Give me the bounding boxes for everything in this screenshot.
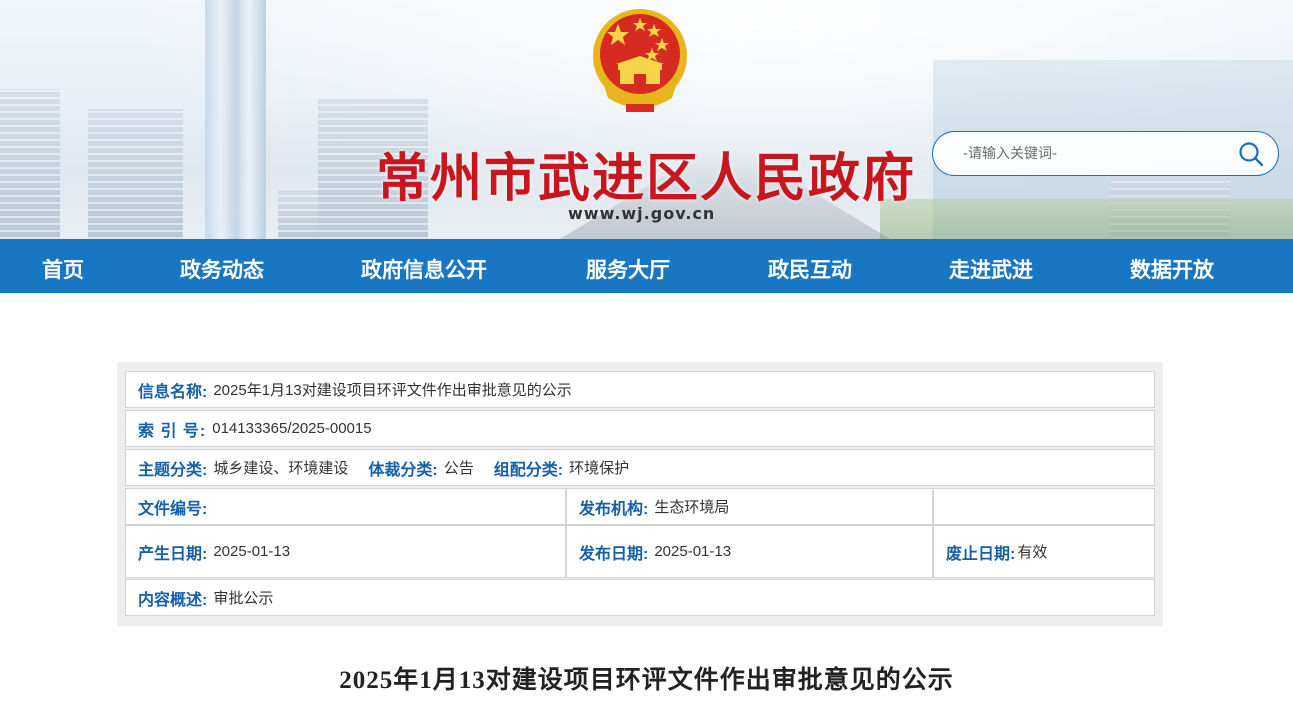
search-bar	[932, 131, 1279, 176]
info-docno-label: 文件编号:	[138, 500, 208, 518]
info-genre-label: 体裁分类:	[368, 461, 438, 479]
info-table: 信息名称: 2025年1月13对建设项目环评文件作出审批意见的公示 索 引 号:…	[117, 362, 1163, 626]
info-index-label: 索 引 号:	[138, 422, 207, 440]
nav-item-gov-info[interactable]: 政府信息公开	[361, 254, 487, 284]
info-expire-value: 有效	[1017, 544, 1048, 561]
nav-item-home[interactable]: 首页	[42, 254, 84, 284]
info-created-cell: 产生日期: 2025-01-13	[125, 525, 566, 578]
search-input[interactable]	[933, 133, 1223, 174]
info-empty-cell	[933, 488, 1155, 525]
building-left	[0, 89, 60, 239]
building-left-2	[88, 109, 183, 239]
info-row-classification: 主题分类: 城乡建设、环境建设 体裁分类: 公告 组配分类: 环境保护	[125, 449, 1155, 486]
info-expire-cell: 废止日期: 有效	[933, 525, 1155, 578]
info-topic-value: 城乡建设、环境建设	[213, 460, 349, 477]
nav-item-open-data[interactable]: 数据开放	[1130, 254, 1214, 284]
greenery	[880, 199, 1293, 239]
info-published-cell: 发布日期: 2025-01-13	[566, 525, 933, 578]
tower-right	[236, 0, 266, 239]
info-topic-label: 主题分类:	[138, 461, 208, 479]
national-emblem-icon	[593, 9, 687, 112]
info-published-label: 发布日期:	[579, 545, 649, 563]
info-summary-value: 审批公示	[213, 590, 274, 607]
info-name-label: 信息名称:	[138, 383, 208, 401]
info-genre-value: 公告	[443, 460, 474, 477]
header-banner: 常州市武进区人民政府 www.wj.gov.cn	[0, 0, 1293, 239]
info-index-value: 014133365/2025-00015	[212, 420, 372, 437]
info-expire-label: 废止日期:	[946, 545, 1016, 563]
info-publisher-label: 发布机构:	[579, 500, 649, 518]
info-org-class-value: 环境保护	[569, 460, 630, 477]
building-mid-left	[278, 189, 318, 239]
info-published-value: 2025-01-13	[654, 543, 732, 560]
info-row-index: 索 引 号: 014133365/2025-00015	[125, 410, 1155, 447]
info-name-value: 2025年1月13对建设项目环评文件作出审批意见的公示	[213, 382, 572, 399]
site-title: 常州市武进区人民政府	[376, 150, 917, 208]
info-org-class-label: 组配分类:	[493, 461, 564, 479]
nav-item-about-wujin[interactable]: 走进武进	[949, 254, 1033, 284]
tower-left	[205, 0, 240, 239]
info-row-name: 信息名称: 2025年1月13对建设项目环评文件作出审批意见的公示	[125, 371, 1155, 408]
info-created-value: 2025-01-13	[213, 543, 291, 560]
nav-item-news[interactable]: 政务动态	[180, 254, 264, 284]
info-row-summary: 内容概述: 审批公示	[125, 579, 1155, 616]
article-title: 2025年1月13对建设项目环评文件作出审批意见的公示	[339, 667, 954, 694]
nav-item-interaction[interactable]: 政民互动	[768, 254, 852, 284]
site-url: www.wj.gov.cn	[568, 204, 716, 223]
nav-item-service-hall[interactable]: 服务大厅	[586, 254, 670, 284]
search-icon[interactable]	[1238, 141, 1264, 167]
info-publisher-cell: 发布机构: 生态环境局	[566, 488, 933, 525]
info-created-label: 产生日期:	[138, 545, 208, 563]
info-summary-label: 内容概述:	[138, 591, 208, 609]
info-publisher-value: 生态环境局	[654, 499, 730, 516]
info-docno-cell: 文件编号:	[125, 488, 566, 525]
